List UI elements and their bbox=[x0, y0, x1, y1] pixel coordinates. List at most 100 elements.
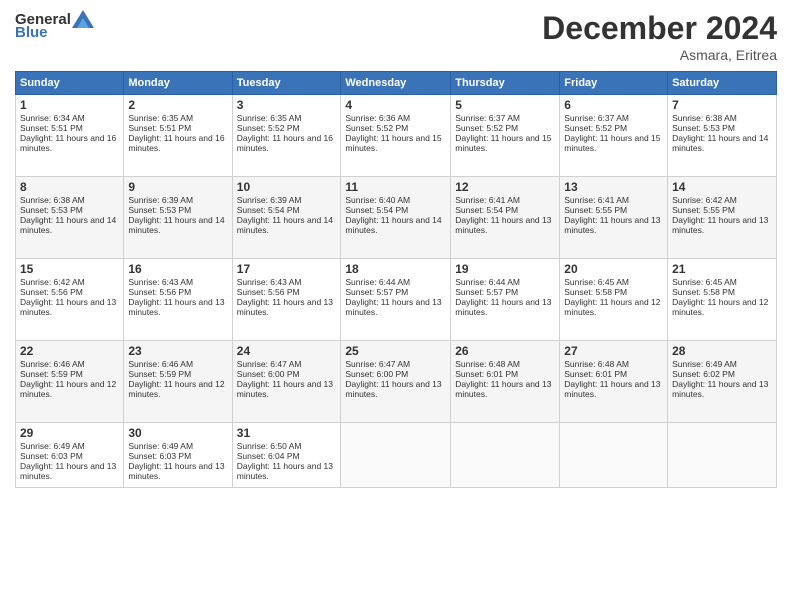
day-number: 16 bbox=[128, 262, 227, 276]
sunset-text: Sunset: 5:54 PM bbox=[345, 205, 408, 215]
sunset-text: Sunset: 5:59 PM bbox=[20, 369, 83, 379]
calendar-cell: 7Sunrise: 6:38 AMSunset: 5:53 PMDaylight… bbox=[668, 95, 777, 177]
sunrise-text: Sunrise: 6:42 AM bbox=[672, 195, 737, 205]
daylight-text: Daylight: 11 hours and 12 minutes. bbox=[128, 379, 224, 399]
sunset-text: Sunset: 6:00 PM bbox=[237, 369, 300, 379]
calendar-cell: 16Sunrise: 6:43 AMSunset: 5:56 PMDayligh… bbox=[124, 259, 232, 341]
day-number: 10 bbox=[237, 180, 337, 194]
sunset-text: Sunset: 5:54 PM bbox=[237, 205, 300, 215]
daylight-text: Daylight: 11 hours and 14 minutes. bbox=[672, 133, 768, 153]
sunset-text: Sunset: 6:00 PM bbox=[345, 369, 408, 379]
calendar-day-header: Tuesday bbox=[232, 72, 341, 95]
sunrise-text: Sunrise: 6:40 AM bbox=[345, 195, 410, 205]
sunrise-text: Sunrise: 6:45 AM bbox=[672, 277, 737, 287]
day-number: 11 bbox=[345, 180, 446, 194]
daylight-text: Daylight: 11 hours and 14 minutes. bbox=[237, 215, 333, 235]
day-number: 31 bbox=[237, 426, 337, 440]
calendar-cell: 24Sunrise: 6:47 AMSunset: 6:00 PMDayligh… bbox=[232, 341, 341, 423]
calendar-week-row: 29Sunrise: 6:49 AMSunset: 6:03 PMDayligh… bbox=[16, 423, 777, 488]
day-number: 5 bbox=[455, 98, 555, 112]
sunset-text: Sunset: 5:53 PM bbox=[128, 205, 191, 215]
day-number: 29 bbox=[20, 426, 119, 440]
calendar-cell: 10Sunrise: 6:39 AMSunset: 5:54 PMDayligh… bbox=[232, 177, 341, 259]
sunset-text: Sunset: 5:57 PM bbox=[345, 287, 408, 297]
day-number: 17 bbox=[237, 262, 337, 276]
daylight-text: Daylight: 11 hours and 12 minutes. bbox=[564, 297, 660, 317]
sunset-text: Sunset: 5:53 PM bbox=[20, 205, 83, 215]
daylight-text: Daylight: 11 hours and 13 minutes. bbox=[128, 461, 224, 481]
daylight-text: Daylight: 11 hours and 13 minutes. bbox=[564, 215, 660, 235]
daylight-text: Daylight: 11 hours and 14 minutes. bbox=[128, 215, 224, 235]
logo: General Blue bbox=[15, 10, 94, 41]
calendar-cell bbox=[451, 423, 560, 488]
calendar-cell: 12Sunrise: 6:41 AMSunset: 5:54 PMDayligh… bbox=[451, 177, 560, 259]
daylight-text: Daylight: 11 hours and 13 minutes. bbox=[20, 297, 116, 317]
day-number: 13 bbox=[564, 180, 663, 194]
day-number: 3 bbox=[237, 98, 337, 112]
sunrise-text: Sunrise: 6:46 AM bbox=[20, 359, 85, 369]
location: Asmara, Eritrea bbox=[542, 47, 777, 63]
calendar-cell: 15Sunrise: 6:42 AMSunset: 5:56 PMDayligh… bbox=[16, 259, 124, 341]
calendar-cell: 2Sunrise: 6:35 AMSunset: 5:51 PMDaylight… bbox=[124, 95, 232, 177]
calendar-cell bbox=[668, 423, 777, 488]
sunset-text: Sunset: 5:52 PM bbox=[455, 123, 518, 133]
day-number: 26 bbox=[455, 344, 555, 358]
calendar-cell: 26Sunrise: 6:48 AMSunset: 6:01 PMDayligh… bbox=[451, 341, 560, 423]
sunset-text: Sunset: 6:01 PM bbox=[455, 369, 518, 379]
sunset-text: Sunset: 5:52 PM bbox=[237, 123, 300, 133]
sunrise-text: Sunrise: 6:38 AM bbox=[20, 195, 85, 205]
sunrise-text: Sunrise: 6:48 AM bbox=[564, 359, 629, 369]
day-number: 18 bbox=[345, 262, 446, 276]
sunrise-text: Sunrise: 6:49 AM bbox=[672, 359, 737, 369]
day-number: 9 bbox=[128, 180, 227, 194]
calendar-day-header: Sunday bbox=[16, 72, 124, 95]
daylight-text: Daylight: 11 hours and 13 minutes. bbox=[237, 461, 333, 481]
daylight-text: Daylight: 11 hours and 12 minutes. bbox=[20, 379, 116, 399]
day-number: 20 bbox=[564, 262, 663, 276]
day-number: 21 bbox=[672, 262, 772, 276]
sunrise-text: Sunrise: 6:45 AM bbox=[564, 277, 629, 287]
calendar-cell: 23Sunrise: 6:46 AMSunset: 5:59 PMDayligh… bbox=[124, 341, 232, 423]
sunset-text: Sunset: 5:51 PM bbox=[20, 123, 83, 133]
daylight-text: Daylight: 11 hours and 15 minutes. bbox=[455, 133, 551, 153]
sunrise-text: Sunrise: 6:37 AM bbox=[564, 113, 629, 123]
sunset-text: Sunset: 6:03 PM bbox=[128, 451, 191, 461]
sunset-text: Sunset: 6:01 PM bbox=[564, 369, 627, 379]
daylight-text: Daylight: 11 hours and 14 minutes. bbox=[345, 215, 441, 235]
page-header: General Blue December 2024 Asmara, Eritr… bbox=[15, 10, 777, 63]
day-number: 22 bbox=[20, 344, 119, 358]
sunrise-text: Sunrise: 6:35 AM bbox=[128, 113, 193, 123]
calendar-cell: 18Sunrise: 6:44 AMSunset: 5:57 PMDayligh… bbox=[341, 259, 451, 341]
day-number: 6 bbox=[564, 98, 663, 112]
sunset-text: Sunset: 5:52 PM bbox=[345, 123, 408, 133]
sunrise-text: Sunrise: 6:37 AM bbox=[455, 113, 520, 123]
daylight-text: Daylight: 11 hours and 13 minutes. bbox=[20, 461, 116, 481]
day-number: 23 bbox=[128, 344, 227, 358]
month-title: December 2024 bbox=[542, 10, 777, 47]
sunset-text: Sunset: 5:57 PM bbox=[455, 287, 518, 297]
calendar-cell: 5Sunrise: 6:37 AMSunset: 5:52 PMDaylight… bbox=[451, 95, 560, 177]
calendar-cell: 8Sunrise: 6:38 AMSunset: 5:53 PMDaylight… bbox=[16, 177, 124, 259]
calendar-cell: 28Sunrise: 6:49 AMSunset: 6:02 PMDayligh… bbox=[668, 341, 777, 423]
calendar-day-header: Thursday bbox=[451, 72, 560, 95]
day-number: 4 bbox=[345, 98, 446, 112]
daylight-text: Daylight: 11 hours and 13 minutes. bbox=[345, 379, 441, 399]
daylight-text: Daylight: 11 hours and 16 minutes. bbox=[237, 133, 333, 153]
calendar-cell bbox=[341, 423, 451, 488]
day-number: 25 bbox=[345, 344, 446, 358]
sunset-text: Sunset: 5:58 PM bbox=[564, 287, 627, 297]
daylight-text: Daylight: 11 hours and 13 minutes. bbox=[128, 297, 224, 317]
day-number: 30 bbox=[128, 426, 227, 440]
sunrise-text: Sunrise: 6:35 AM bbox=[237, 113, 302, 123]
calendar-day-header: Wednesday bbox=[341, 72, 451, 95]
sunrise-text: Sunrise: 6:34 AM bbox=[20, 113, 85, 123]
calendar-cell: 27Sunrise: 6:48 AMSunset: 6:01 PMDayligh… bbox=[560, 341, 668, 423]
sunrise-text: Sunrise: 6:48 AM bbox=[455, 359, 520, 369]
calendar-week-row: 1Sunrise: 6:34 AMSunset: 5:51 PMDaylight… bbox=[16, 95, 777, 177]
daylight-text: Daylight: 11 hours and 13 minutes. bbox=[455, 215, 551, 235]
calendar-day-header: Saturday bbox=[668, 72, 777, 95]
day-number: 19 bbox=[455, 262, 555, 276]
sunset-text: Sunset: 5:54 PM bbox=[455, 205, 518, 215]
logo-blue-text: Blue bbox=[15, 24, 48, 41]
daylight-text: Daylight: 11 hours and 13 minutes. bbox=[237, 379, 333, 399]
